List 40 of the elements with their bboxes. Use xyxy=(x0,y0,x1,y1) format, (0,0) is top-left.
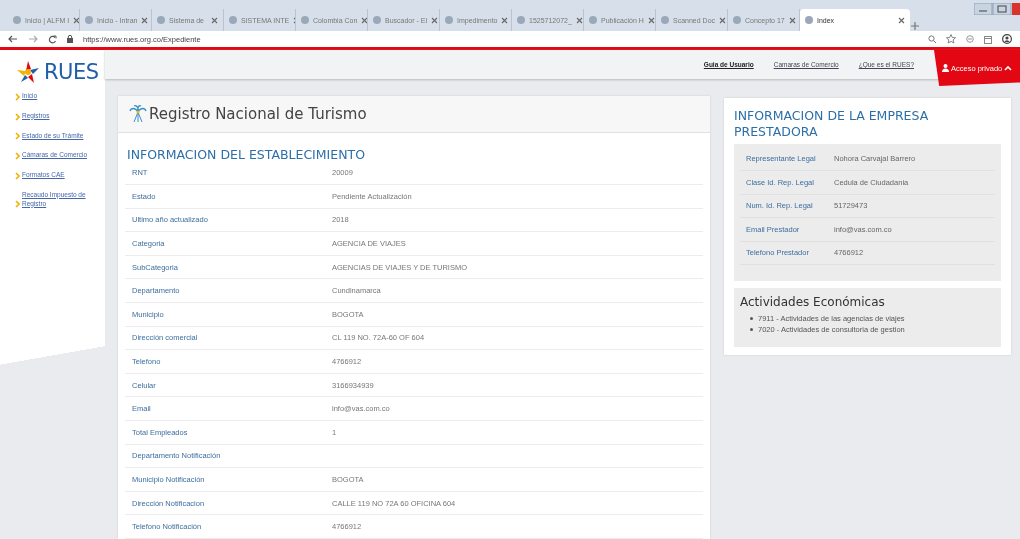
user-icon xyxy=(942,64,949,72)
activities-title: Actividades Económicas xyxy=(740,295,886,309)
rues-logo-text: RUES xyxy=(44,60,99,84)
chevron-icon xyxy=(15,200,20,209)
favicon-icon xyxy=(661,16,669,24)
chevron-icon xyxy=(15,132,20,141)
chevron-icon xyxy=(15,92,20,101)
chevron-icon xyxy=(15,152,20,161)
zoom-icon xyxy=(928,35,936,43)
palm-tree-icon xyxy=(129,104,147,124)
bullet-icon xyxy=(750,317,753,320)
favicon-icon xyxy=(229,16,237,24)
window-controls-drawing xyxy=(974,3,1020,15)
profile-icon xyxy=(1002,34,1012,44)
lock-icon xyxy=(67,35,73,43)
extension-icon xyxy=(966,35,974,43)
section-heading: INFORMACION DE LA EMPRESA PRESTADORA xyxy=(734,108,930,141)
star-icon xyxy=(946,34,956,44)
rues-logo-icon xyxy=(16,60,40,84)
calendar-icon xyxy=(984,34,992,44)
section-heading: INFORMACION DEL ESTABLECIMIENTO xyxy=(127,146,366,162)
back-icon xyxy=(8,35,18,43)
favicon-icon xyxy=(589,16,597,24)
favicon-icon xyxy=(445,16,453,24)
reload-icon xyxy=(48,34,57,44)
card-title: Registro Nacional de Turismo xyxy=(149,104,367,123)
new-tab-icon xyxy=(910,21,920,31)
favicon-icon xyxy=(373,16,381,24)
favicon-icon xyxy=(13,16,21,24)
favicon-icon xyxy=(85,16,93,24)
favicon-icon xyxy=(157,16,165,24)
chevron-icon xyxy=(15,112,20,121)
chevron-icon xyxy=(15,171,20,180)
favicon-icon xyxy=(517,16,525,24)
favicon-icon xyxy=(301,16,309,24)
bullet-icon xyxy=(750,328,753,331)
favicon-icon xyxy=(805,16,813,24)
forward-icon xyxy=(28,35,38,43)
favicon-icon xyxy=(733,16,741,24)
caret-up-icon xyxy=(1004,65,1013,71)
